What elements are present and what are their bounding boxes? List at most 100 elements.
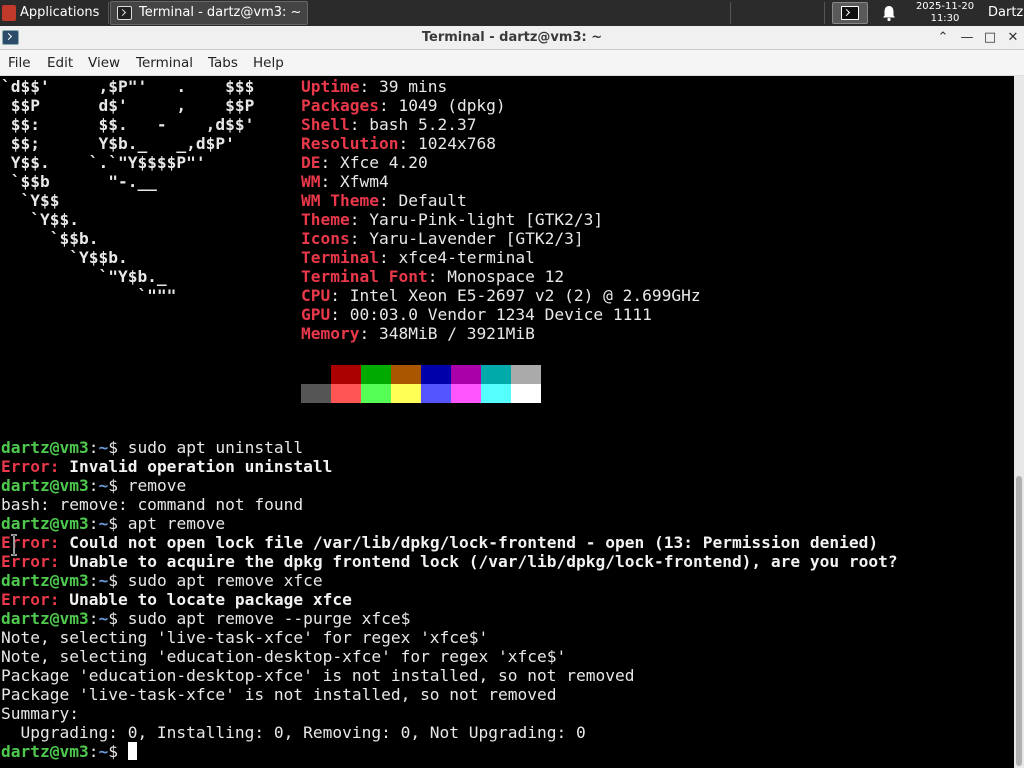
menu-bar: File Edit View Terminal Tabs Help [0,50,1024,76]
terminal-launcher-button[interactable] [832,2,868,24]
terminal-scrollbar[interactable] [1014,76,1024,768]
palette-swatch [361,365,391,384]
info-value: Intel Xeon E5-2697 v2 (2) @ 2.699GHz [349,286,701,305]
info-value: 1049 (dpkg) [398,96,506,115]
menu-tabs[interactable]: Tabs [208,50,238,76]
info-label: Resolution [301,134,399,153]
info-colon: : [398,134,418,153]
info-colon: : [320,172,340,191]
output-text: bash: remove: command not found [1,495,304,514]
info-label: WM Theme [301,191,379,210]
info-value: Yaru-Pink-light [GTK2/3] [369,210,604,229]
info-colon: : [427,267,448,286]
prompt-symbol: $ [108,438,128,457]
info-value: Xfwm4 [340,172,389,191]
terminal-cursor [127,742,137,760]
art-text: `Y$$. [1,210,79,229]
notification-bell-icon[interactable] [880,4,898,22]
info-label: GPU [301,305,331,324]
applications-menu[interactable]: Applications [0,0,108,26]
prompt-separator: : [88,609,99,628]
close-button[interactable]: ✕ [1004,29,1022,47]
palette-swatch [511,365,541,384]
palette-swatch [391,384,421,403]
scrollbar-thumb[interactable] [1016,476,1022,766]
info-colon: : [320,153,340,172]
neofetch-art-line: $$P d$' , $$P [1,96,255,115]
info-value: Xfce 4.20 [340,153,428,172]
output-text: Upgrading: 0, Installing: 0, Removing: 0… [1,723,586,742]
maximize-button[interactable]: □ [981,29,999,47]
window-titlebar[interactable]: Terminal - dartz@vm3: ~ ⌃ — □ ✕ [0,26,1024,50]
palette-swatch [421,365,451,384]
error-message: Unable to locate package xfce [59,590,352,609]
prompt-symbol: $ [108,476,128,495]
command-text: sudo apt remove --purge xfce$ [127,609,411,628]
neofetch-info-line: Packages: 1049 (dpkg) [301,96,506,115]
neofetch-info-line: WM: Xfwm4 [301,172,389,191]
info-colon: : [349,229,370,248]
output-line: bash: remove: command not found [1,495,303,514]
clock-time: 11:30 [930,13,960,24]
palette-swatch [301,384,331,403]
output-text: Package 'live-task-xfce' is not installe… [1,685,557,704]
taskbar-terminal-button[interactable]: Terminal - dartz@vm3: ~ [110,1,308,25]
art-text: `$$b. [1,229,99,248]
command-text: apt remove [127,514,226,533]
menu-view[interactable]: View [88,50,120,76]
info-label: CPU [301,286,331,305]
prompt-user: dartz@vm3 [1,571,89,590]
info-colon: : [349,115,370,134]
clock[interactable]: 2025-11-20 11:30 [906,0,984,25]
neofetch-art-line: `Y$$ [1,191,59,210]
palette-swatch [421,384,451,403]
neofetch-art-line: `""" [1,286,176,305]
menu-edit[interactable]: Edit [47,50,73,76]
user-menu[interactable]: Dartz [988,0,1023,26]
info-label: Terminal Font [301,267,428,286]
prompt-symbol: $ [108,514,128,533]
palette-swatch [331,384,361,403]
info-label: Memory [301,324,360,343]
terminal-output[interactable]: `d$$' ,$P"' . $$$ $$P d$' , $$P $$: $$. … [0,76,1014,768]
output-text: Summary: [1,704,79,723]
info-value: 348MiB / 3921MiB [378,324,535,343]
minimize-button[interactable]: — [958,29,976,47]
info-value: 1024x768 [417,134,496,153]
prompt-line: dartz@vm3:~$ [1,742,137,761]
menu-help[interactable]: Help [253,50,284,76]
palette-swatch [331,365,361,384]
info-value: Monospace 12 [447,267,565,286]
error-message: Invalid operation uninstall [59,457,333,476]
panel-separator [108,2,109,24]
error-line: Error: Unable to acquire the dpkg fronte… [1,552,898,571]
palette-swatch [361,384,391,403]
info-colon: : [349,210,370,229]
neofetch-info-line: Terminal: xfce4-terminal [301,248,535,267]
prompt-path: ~ [98,476,109,495]
text-cursor-icon [11,534,17,556]
output-line: Note, selecting 'education-desktop-xfce'… [1,647,566,666]
neofetch-art-line: `d$$' ,$P"' . $$$ [1,77,254,96]
art-text: `Y$$ [1,191,60,210]
menu-terminal[interactable]: Terminal [136,50,193,76]
prompt-path: ~ [98,571,109,590]
art-text: $$: $$. - ,d$$' [1,115,255,134]
neofetch-info-line: DE: Xfce 4.20 [301,153,428,172]
error-line: Error: Unable to locate package xfce [1,590,352,609]
prompt-separator: : [88,438,99,457]
art-text: `""" [1,286,177,305]
info-colon: : [378,191,399,210]
error-line: Error: Could not open lock file /var/lib… [1,533,878,552]
menu-file[interactable]: File [8,50,31,76]
info-colon: : [330,286,350,305]
prompt-user: dartz@vm3 [1,476,89,495]
shade-button[interactable]: ⌃ [934,29,952,47]
prompt-path: ~ [98,514,109,533]
prompt-line: dartz@vm3:~$ sudo apt remove xfce [1,571,323,590]
error-message: Could not open lock file /var/lib/dpkg/l… [59,533,879,552]
prompt-symbol: $ [108,571,128,590]
applications-label: Applications [20,5,100,20]
top-panel: Applications Terminal - dartz@vm3: ~ 202… [0,0,1024,26]
palette-swatch [481,365,511,384]
